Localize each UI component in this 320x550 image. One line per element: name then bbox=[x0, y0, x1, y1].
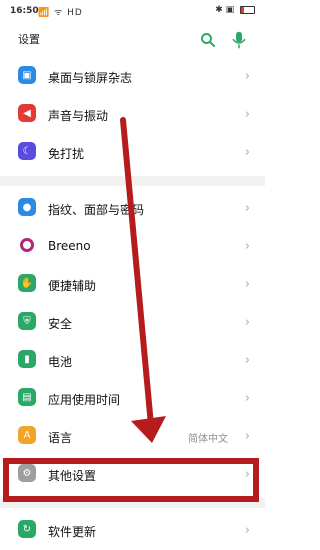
signal-icons: 📶 ᯤ HD bbox=[38, 8, 83, 18]
settings-item-label: 声音与振动 bbox=[48, 109, 109, 123]
settings-item-app-usage[interactable]: ▤ 应用使用时间 › bbox=[0, 380, 265, 418]
bluetooth-icon: ✱ ▣ bbox=[215, 5, 235, 15]
settings-item-label: 免打扰 bbox=[48, 147, 85, 161]
chevron-right-icon: › bbox=[244, 69, 250, 84]
group-divider bbox=[0, 498, 265, 508]
chevron-right-icon: › bbox=[244, 201, 250, 216]
settings-item-label: 其他设置 bbox=[48, 469, 97, 483]
settings-item-label: 软件更新 bbox=[48, 525, 97, 539]
chevron-right-icon: › bbox=[244, 315, 250, 330]
mic-icon[interactable] bbox=[230, 30, 248, 50]
chevron-right-icon: › bbox=[244, 239, 250, 254]
chevron-right-icon: › bbox=[244, 467, 250, 482]
shield-icon: ⛨ bbox=[18, 312, 36, 330]
settings-item-label: 应用使用时间 bbox=[48, 393, 121, 407]
chevron-right-icon: › bbox=[244, 429, 250, 444]
status-bar: 16:50 📶 ᯤ HD ✱ ▣ bbox=[0, 0, 265, 22]
language-value: 简体中文 bbox=[188, 434, 228, 445]
hand-icon: ✋ bbox=[18, 274, 36, 292]
settings-item-battery[interactable]: ▮ 电池 › bbox=[0, 342, 265, 380]
settings-item-accessibility[interactable]: ✋ 便捷辅助 › bbox=[0, 266, 265, 304]
settings-item-breeno[interactable]: Breeno › bbox=[0, 228, 265, 266]
settings-item-label: 安全 bbox=[48, 317, 73, 331]
settings-item-label: Breeno bbox=[48, 239, 91, 253]
chevron-right-icon: › bbox=[244, 107, 250, 122]
language-icon: A bbox=[18, 426, 36, 444]
moon-icon: ☾ bbox=[18, 142, 36, 160]
gear-icon: ⚙ bbox=[18, 464, 36, 482]
settings-item-fingerprint[interactable]: ● 指纹、面部与密码 › bbox=[0, 190, 265, 228]
page-title: 设置 bbox=[18, 33, 40, 46]
chevron-right-icon: › bbox=[244, 145, 250, 160]
settings-item-wallpaper[interactable]: ▣ 桌面与锁屏杂志 › bbox=[0, 58, 265, 96]
settings-item-label: 电池 bbox=[48, 355, 73, 369]
settings-item-software-update[interactable]: ↻ 软件更新 › bbox=[0, 512, 265, 550]
sound-icon: ◀ bbox=[18, 104, 36, 122]
chevron-right-icon: › bbox=[244, 391, 250, 406]
settings-list: ▣ 桌面与锁屏杂志 › ◀ 声音与振动 › ☾ 免打扰 › ● 指纹、面部与密码… bbox=[0, 58, 265, 550]
user-lock-icon: ● bbox=[18, 198, 36, 216]
settings-item-label: 语言 bbox=[48, 431, 73, 445]
search-icon[interactable] bbox=[199, 31, 217, 49]
update-icon: ↻ bbox=[18, 520, 36, 538]
battery-icon: ▮ bbox=[18, 350, 36, 368]
chevron-right-icon: › bbox=[244, 277, 250, 292]
group-divider bbox=[0, 176, 265, 186]
settings-item-other[interactable]: ⚙ 其他设置 › bbox=[0, 456, 265, 494]
status-right-icons: ✱ ▣ bbox=[215, 5, 255, 15]
settings-item-label: 便捷辅助 bbox=[48, 279, 97, 293]
breeno-icon bbox=[20, 238, 34, 252]
settings-item-do-not-disturb[interactable]: ☾ 免打扰 › bbox=[0, 134, 265, 172]
battery-icon bbox=[240, 5, 255, 14]
wallpaper-icon: ▣ bbox=[18, 66, 36, 84]
settings-item-sound[interactable]: ◀ 声音与振动 › bbox=[0, 96, 265, 134]
status-time: 16:50 bbox=[10, 6, 39, 16]
chevron-right-icon: › bbox=[244, 353, 250, 368]
settings-item-language[interactable]: A 语言 简体中文 › bbox=[0, 418, 265, 456]
settings-item-security[interactable]: ⛨ 安全 › bbox=[0, 304, 265, 342]
app-bar: 设置 bbox=[0, 22, 265, 58]
app-usage-icon: ▤ bbox=[18, 388, 36, 406]
settings-item-label: 指纹、面部与密码 bbox=[48, 203, 145, 217]
settings-item-label: 桌面与锁屏杂志 bbox=[48, 71, 133, 85]
chevron-right-icon: › bbox=[244, 523, 250, 538]
